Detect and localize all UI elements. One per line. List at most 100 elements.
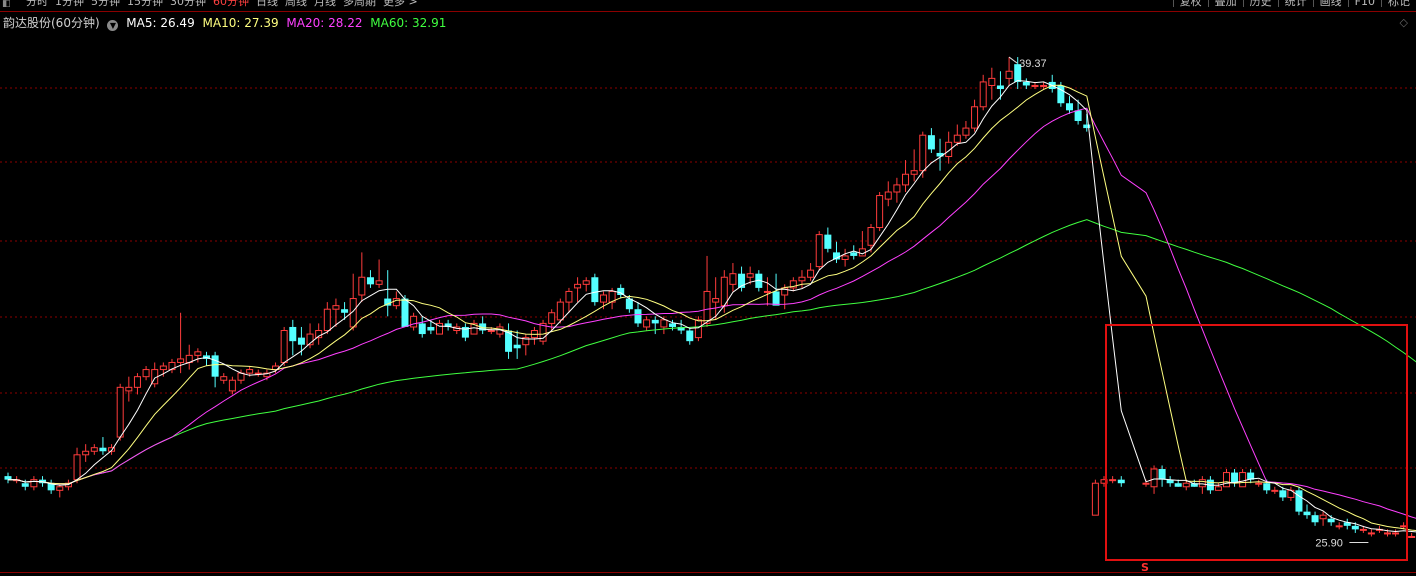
candle-body-down (1065, 103, 1073, 111)
candle-body-down (401, 298, 409, 327)
chart-tools: 复权 叠加 历史 统计 画线 F10 标记 (1172, 0, 1416, 7)
candle-body-up (807, 269, 815, 278)
candle-body-down (634, 309, 642, 324)
candle-body-up (1367, 532, 1375, 535)
candle-body-up (133, 376, 141, 388)
high-price-label: 39.37 (1019, 58, 1047, 70)
candle-body-up (1031, 84, 1039, 87)
period-tabs: 分时 1分钟 5分钟 15分钟 30分钟 60分钟 日线 周线 月线 多周期 更多 > (26, 0, 425, 7)
high-marker-line (1008, 56, 1018, 64)
panel-toggle-icon[interactable]: ◧ (2, 0, 13, 10)
candle-body-up (1091, 482, 1099, 516)
period-tab[interactable]: 30分钟 (170, 0, 206, 7)
tool-button[interactable]: 标记 (1381, 0, 1416, 7)
tool-button[interactable]: 统计 (1277, 0, 1313, 7)
candle-body-up (1271, 489, 1279, 492)
candle-body-up (487, 330, 495, 333)
candle-body-up (893, 184, 901, 193)
candle-body-up (1223, 472, 1230, 488)
period-tab[interactable]: 5分钟 (91, 0, 120, 7)
candle-body-up (1255, 482, 1263, 485)
candle-body-up (1359, 528, 1367, 531)
candle-body-down (824, 234, 832, 249)
candle-body-up (953, 134, 961, 143)
period-tab[interactable]: 月线 (314, 0, 336, 7)
candle-body-up (142, 369, 150, 378)
tool-button[interactable]: 画线 (1312, 0, 1348, 7)
candle-body-down (1074, 110, 1082, 121)
candle-body-down (1351, 525, 1359, 530)
candle-body-up (660, 319, 668, 328)
candle-body-up (720, 276, 728, 307)
candle-body-up (30, 479, 38, 488)
candle-body-up (763, 290, 771, 293)
candle-body-up (1384, 532, 1391, 535)
period-tab[interactable]: 15分钟 (127, 0, 163, 7)
candle-body-down (1117, 479, 1125, 484)
period-tab[interactable]: 日线 (256, 0, 278, 7)
candle-body-up (392, 298, 400, 307)
candle-body-down (651, 319, 659, 324)
candle-body-down (850, 252, 858, 256)
period-tab[interactable]: 1分钟 (55, 0, 84, 7)
candle-body-down (772, 291, 780, 306)
candle-body-up (574, 283, 582, 289)
candle-body-up (565, 290, 573, 303)
candle-body-up (979, 81, 987, 108)
candle-body-down (427, 326, 435, 331)
candle-body-up (1150, 468, 1158, 488)
candle-body-down (1303, 511, 1311, 516)
candle-body-down (591, 277, 599, 303)
candle-body-down (513, 344, 521, 349)
candle-body-down (669, 323, 677, 327)
period-tab[interactable]: 60分钟 (213, 0, 249, 7)
tool-button[interactable]: 历史 (1242, 0, 1278, 7)
candle-body-up (988, 77, 996, 86)
candle-body-up (1408, 535, 1416, 538)
candle-body-up (410, 315, 418, 328)
candle-body-up (1335, 525, 1343, 528)
period-tab[interactable]: 分时 (26, 0, 48, 7)
candle-body-up (1040, 84, 1048, 87)
candle-body-up (876, 195, 884, 229)
candle-body-up (548, 312, 556, 324)
candle-body-down (4, 476, 12, 480)
candle-body-up (220, 376, 228, 381)
candle-body-up (962, 127, 970, 136)
candle-body-up (1319, 514, 1327, 520)
candle-body-down (99, 447, 107, 452)
period-tab[interactable]: 更多 > (383, 0, 418, 7)
candle-body-down (1263, 483, 1271, 491)
candle-body-up (358, 276, 366, 296)
candle-body-up (884, 191, 892, 200)
candle-body-up (910, 170, 918, 175)
candle-body-down (1295, 490, 1303, 512)
period-tab[interactable]: 周线 (285, 0, 307, 7)
tool-button[interactable]: F10 (1347, 0, 1381, 7)
candle-body-up (712, 298, 720, 303)
candle-body-down (1311, 515, 1319, 523)
tool-button[interactable]: 复权 (1172, 0, 1208, 7)
candle-body-up (1400, 525, 1408, 528)
candle-body-up (237, 372, 245, 381)
candle-body-up (729, 273, 737, 285)
candle-body-up (125, 386, 133, 392)
candle-body-up (1109, 479, 1117, 482)
candle-body-down (297, 337, 305, 345)
period-tab[interactable]: 多周期 (343, 0, 376, 7)
candle-body-down (1022, 81, 1030, 86)
ma60-line (8, 219, 1416, 485)
candle-body-up (332, 305, 340, 310)
tool-button[interactable]: 叠加 (1207, 0, 1243, 7)
candle-body-down (21, 483, 29, 487)
candle-body-down (211, 355, 219, 377)
candle-body-up (159, 365, 167, 371)
candle-body-up (280, 330, 288, 363)
candle-body-down (1327, 518, 1335, 523)
candle-body-up (599, 294, 607, 303)
candle-body-up (82, 450, 90, 456)
candlestick-chart[interactable]: 39.37 25.90 (0, 12, 1416, 572)
candle-body-up (1214, 486, 1222, 491)
ma20-line (8, 107, 1416, 519)
candle-body-up (1392, 532, 1400, 535)
